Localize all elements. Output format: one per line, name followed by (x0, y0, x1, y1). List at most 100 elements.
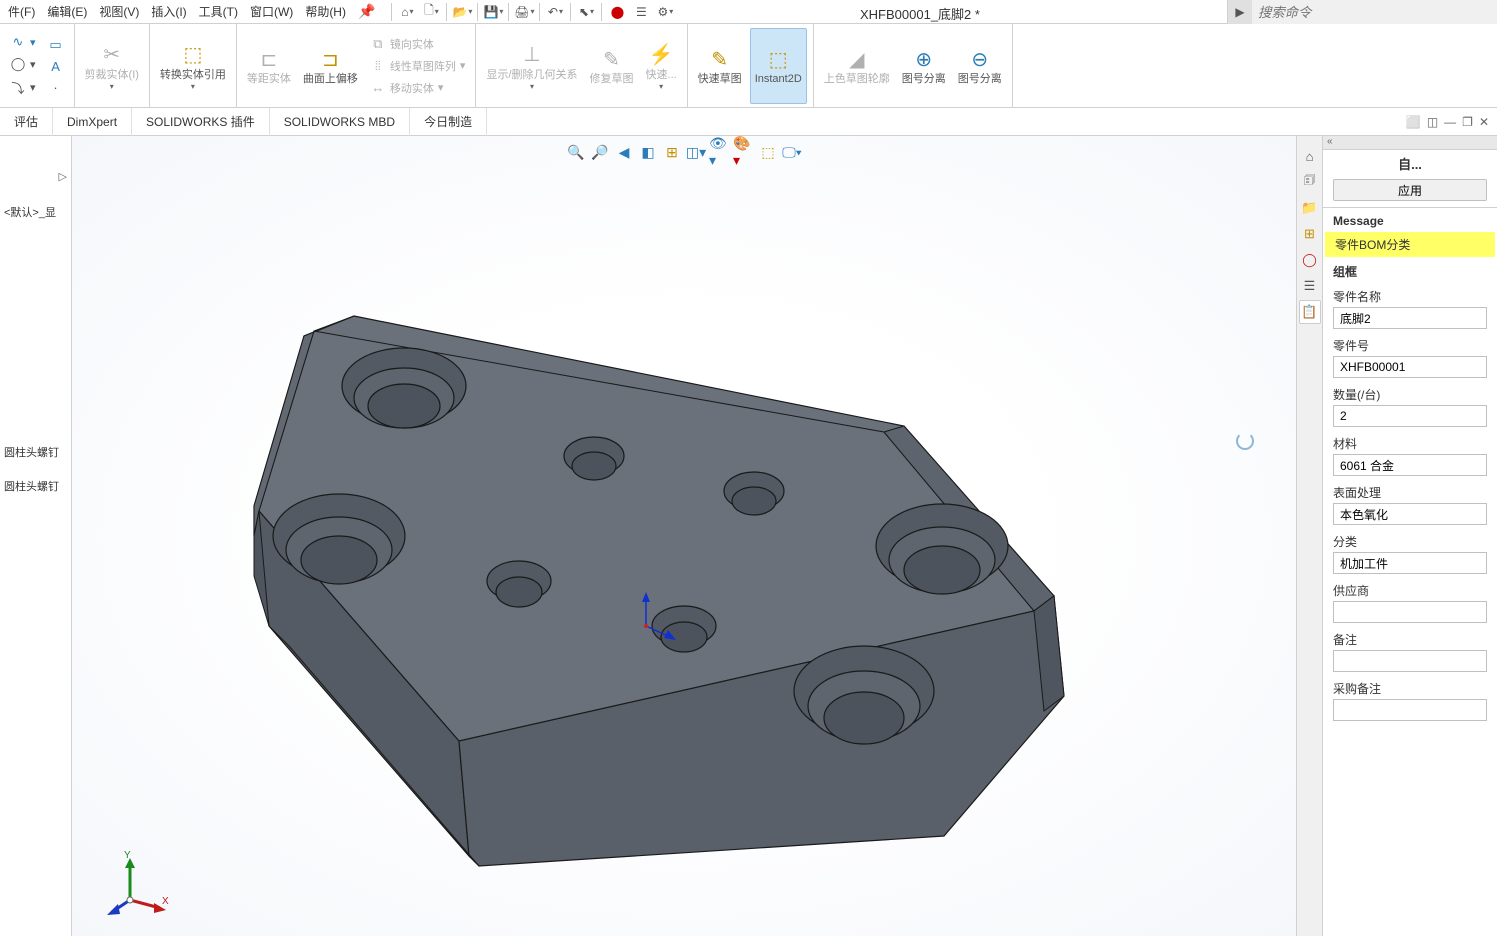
menu-insert[interactable]: 插入(I) (145, 0, 192, 24)
offset-entities-button[interactable]: ⊏ 等距实体 (243, 28, 295, 104)
zoom-fit-icon[interactable]: 🔍 (565, 142, 587, 162)
tab-evaluate[interactable]: 评估 (0, 108, 53, 136)
arc-tool[interactable]: ⤵▾ (6, 76, 40, 99)
settings-button[interactable]: ⚙▾ (654, 2, 676, 22)
supplier-label: 供应商 (1333, 582, 1487, 599)
offset-on-surface-button[interactable]: ⊐ 曲面上偏移 (299, 28, 362, 104)
circle-tool[interactable]: ◯▾ (6, 54, 40, 74)
undo-button[interactable]: ↶▾ (544, 2, 566, 22)
model-render (72, 136, 1296, 936)
point-tool[interactable]: · (44, 78, 68, 97)
groupbox-header: 组框 (1323, 257, 1497, 284)
view-palette-tab-icon[interactable]: ◯ (1299, 248, 1321, 272)
zoom-area-icon[interactable]: 🔎 (589, 142, 611, 162)
select-button[interactable]: ⬉▾ (575, 2, 597, 22)
options-icon[interactable]: ☰ (630, 2, 652, 22)
search-icon[interactable]: ▶ (1228, 0, 1252, 24)
text-tool[interactable]: A (44, 57, 68, 76)
design-library-tab-icon[interactable]: 📁 (1299, 196, 1321, 220)
menu-tools[interactable]: 工具(T) (193, 0, 244, 24)
new-button[interactable]: 🗋▾ (420, 2, 442, 22)
move-entities[interactable]: ↔移动实体▾ (366, 78, 470, 98)
supplier-input[interactable] (1333, 601, 1487, 623)
file-explorer-tab-icon[interactable]: ⊞ (1299, 222, 1321, 246)
shaded-sketch-contours[interactable]: ◢ 上色草图轮廓 (820, 28, 894, 104)
tab-today-mfg[interactable]: 今日制造 (410, 108, 487, 136)
minimize-icon[interactable]: — (1444, 115, 1456, 129)
line-tool[interactable]: ∿▾ (6, 32, 40, 52)
maximize-icon[interactable]: ❐ (1462, 115, 1473, 129)
remark-input[interactable] (1333, 650, 1487, 672)
display-style-icon[interactable]: ◫▾ (685, 142, 707, 162)
material-input[interactable] (1333, 454, 1487, 476)
dock-icon[interactable]: ◫ (1427, 115, 1438, 129)
panel-collapse-handle[interactable]: « (1323, 136, 1497, 150)
qty-input[interactable] (1333, 405, 1487, 427)
apply-button[interactable]: 应用 (1333, 179, 1487, 201)
message-header: Message (1323, 208, 1497, 232)
print-button[interactable]: 🖨▾ (513, 2, 535, 22)
repair-sketch[interactable]: ✎ 修复草图 (586, 28, 638, 104)
tab-solidworks-addins[interactable]: SOLIDWORKS 插件 (132, 108, 270, 136)
menu-window[interactable]: 窗口(W) (244, 0, 299, 24)
feature-item-2[interactable]: 圆柱头螺钉 (0, 476, 71, 496)
display-relations[interactable]: ⊥ 显示/删除几何关系 ▾ (482, 28, 581, 104)
view-triad-icon[interactable]: Y X (102, 850, 172, 920)
home-tab-icon[interactable]: ⌂ (1299, 144, 1321, 168)
surface-input[interactable] (1333, 503, 1487, 525)
detach-drawing-number-1[interactable]: ⊕ 图号分离 (898, 28, 950, 104)
mirror-entities[interactable]: ⧉镜向实体 (366, 34, 470, 54)
rapid-sketch[interactable]: ✎ 快速草图 (694, 28, 746, 104)
heads-up-view-toolbar: 🔍 🔎 ◀ ◧ ⊞ ◫▾ 👁▾ 🎨▾ ⬚ 🖵▾ (565, 142, 803, 162)
quick-snap[interactable]: ⚡ 快速... ▾ (642, 28, 681, 104)
quick-access-toolbar: ⌂▾ 🗋▾ 📂▾ 💾▾ 🖨▾ ↶▾ ⬉▾ ⬤ ☰ ⚙▾ (389, 2, 676, 22)
purchase-remark-label: 采购备注 (1333, 680, 1487, 697)
custom-properties-panel: « 自... 应用 Message 零件BOM分类 组框 零件名称 零件号 数量… (1322, 136, 1497, 936)
config-default[interactable]: <默认>_显 (0, 202, 71, 222)
detach-drawing-number-2[interactable]: ⊖ 图号分离 (954, 28, 1006, 104)
view-orientation-icon[interactable]: ⊞ (661, 142, 683, 162)
custom-props-tab-icon[interactable]: 📋 (1299, 300, 1321, 324)
class-input[interactable] (1333, 552, 1487, 574)
trim-entity-button[interactable]: ✂ 剪裁实体(I) ▾ (81, 28, 143, 104)
panel-collapse-icon[interactable]: ▷ (59, 170, 67, 183)
graphics-viewport[interactable]: 🔍 🔎 ◀ ◧ ⊞ ◫▾ 👁▾ 🎨▾ ⬚ 🖵▾ (72, 136, 1296, 936)
part-no-label: 零件号 (1333, 337, 1487, 354)
view-settings-icon[interactable]: 🖵▾ (781, 142, 803, 162)
document-title: XHFB00001_底脚2 * (860, 4, 980, 23)
close-icon[interactable]: ✕ (1479, 115, 1489, 129)
menu-edit[interactable]: 编辑(E) (41, 0, 93, 24)
tab-dimxpert[interactable]: DimXpert (53, 108, 132, 136)
tab-solidworks-mbd[interactable]: SOLIDWORKS MBD (270, 108, 410, 136)
surface-label: 表面处理 (1333, 484, 1487, 501)
prev-view-icon[interactable]: ◀ (613, 142, 635, 162)
feature-item-1[interactable]: 圆柱头螺钉 (0, 442, 71, 462)
open-button[interactable]: 📂▾ (451, 2, 473, 22)
collapse-tree-icon[interactable]: ⬜ (1406, 115, 1421, 129)
menu-bar: 件(F) 编辑(E) 视图(V) 插入(I) 工具(T) 窗口(W) 帮助(H)… (0, 0, 1497, 24)
section-view-icon[interactable]: ◧ (637, 142, 659, 162)
appearances-tab-icon[interactable]: ☰ (1299, 274, 1321, 298)
apply-scene-icon[interactable]: ⬚ (757, 142, 779, 162)
part-name-input[interactable] (1333, 307, 1487, 329)
purchase-remark-input[interactable] (1333, 699, 1487, 721)
task-pane-title: 自... (1323, 150, 1497, 177)
rect-tool[interactable]: ▭ (44, 35, 68, 55)
home-button[interactable]: ⌂▾ (396, 2, 418, 22)
resources-tab-icon[interactable]: 🗊 (1299, 170, 1321, 194)
command-manager-tabs: 评估 DimXpert SOLIDWORKS 插件 SOLIDWORKS MBD… (0, 108, 1497, 136)
convert-entities-button[interactable]: ⬚ 转换实体引用 ▾ (156, 28, 230, 104)
remark-label: 备注 (1333, 631, 1487, 648)
save-button[interactable]: 💾▾ (482, 2, 504, 22)
menu-help[interactable]: 帮助(H) (299, 0, 352, 24)
edit-appearance-icon[interactable]: 🎨▾ (733, 142, 755, 162)
instant2d-button[interactable]: ⬚ Instant2D (750, 28, 807, 104)
menu-file[interactable]: 件(F) (2, 0, 41, 24)
part-no-input[interactable] (1333, 356, 1487, 378)
linear-pattern[interactable]: ⦙⦙线性草图阵列▾ (366, 56, 470, 76)
rebuild-button[interactable]: ⬤ (606, 2, 628, 22)
menu-view[interactable]: 视图(V) (93, 0, 145, 24)
hide-show-icon[interactable]: 👁▾ (709, 142, 731, 162)
pin-icon[interactable]: 📌 (358, 3, 375, 20)
search-input[interactable] (1252, 5, 1497, 20)
